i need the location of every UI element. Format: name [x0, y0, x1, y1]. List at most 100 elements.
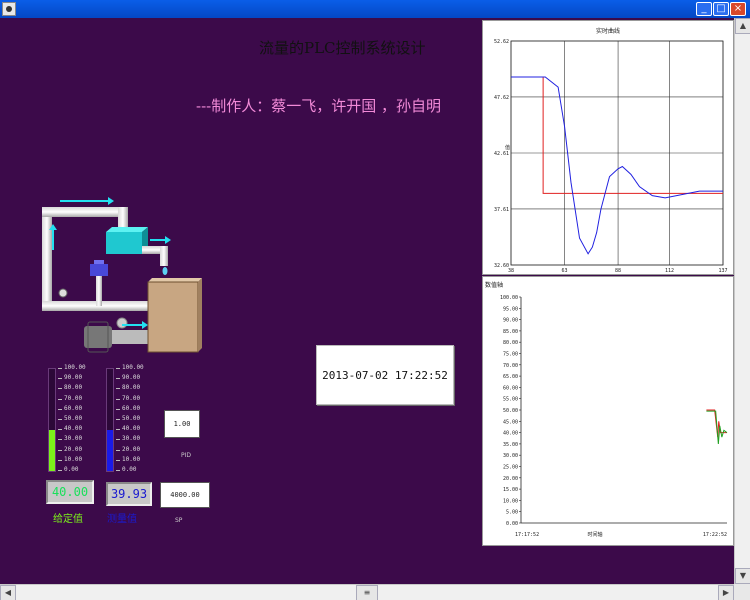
process-schematic [42, 197, 202, 353]
history-y-tick: 85.00 [503, 329, 518, 335]
gauge-tick-mark [116, 470, 120, 471]
pid-value-box[interactable]: 1.00 [164, 410, 200, 438]
gauge-tick-label: 60.00 [122, 404, 141, 412]
realtime-chart-ylabel: 值 [505, 144, 510, 151]
measured-display: 39.93 [106, 482, 152, 506]
vertical-scrollbar[interactable]: ▲ ▼ [734, 18, 750, 584]
history-y-tick: 0.00 [506, 521, 518, 527]
pipe-left [42, 212, 52, 310]
history-y-tick: 55.00 [503, 397, 518, 403]
gauge-tick-mark [116, 429, 120, 431]
gauge-tick-mark [116, 459, 120, 461]
gauge-tick-label: 20.00 [64, 445, 83, 453]
gauge-tick-mark [58, 398, 62, 400]
gauge-tick-label: 50.00 [64, 415, 83, 422]
water-drop [162, 267, 168, 275]
realtime-chart: 实时曲线值 52.62 47.62 42.61 37.61 32.6038 63 88 112 1… [494, 27, 728, 274]
gauge-tick-mark [116, 378, 120, 380]
measured-gauge-fill [107, 430, 113, 471]
authors-line: ---制作人：蔡一飞，许开国 ，孙自明 [196, 97, 441, 115]
gauge-tick-mark [58, 470, 62, 471]
gauge-tick-label: 100.00 [64, 364, 86, 371]
pid-value-label: PID [181, 452, 192, 459]
gauge-tick-mark [116, 368, 120, 369]
setpoint-gauge-fill [49, 430, 55, 471]
setpoint-gauge-ticks: 100.00 90.00 80.00 70.00 60.00 50.00 40.00 30.0… [58, 364, 96, 474]
history-x-start: 17:17:52 [515, 532, 539, 538]
realtime-chart-title: 实时曲线 [596, 27, 620, 35]
gauge-tick-label: 70.00 [122, 394, 141, 402]
small-tank-top [106, 227, 148, 232]
horizontal-scrollbar[interactable]: ◀ ≡ ▶ [0, 584, 734, 600]
gauge-tick-label: 100.00 [122, 364, 144, 371]
gauge-tick-label: 0.00 [122, 466, 137, 473]
gauge-tick-label: 70.00 [64, 394, 83, 402]
gauge-tick-mark [58, 449, 62, 451]
history-y-tick: 75.00 [503, 352, 518, 358]
maximize-button[interactable]: □ [713, 2, 729, 16]
gauge-tick-mark [58, 419, 62, 420]
gauge-tick-mark [58, 368, 62, 369]
history-y-tick: 40.00 [503, 431, 518, 437]
measured-gauge: 100.00 90.00 80.00 70.00 60.00 50.00 40.00 30.0… [104, 364, 154, 474]
gauge-tick-label: 10.00 [64, 455, 83, 463]
page-title: 流量的PLC控制系统设计 [259, 39, 426, 57]
pipe-top [42, 207, 128, 217]
history-y-tick: 35.00 [503, 442, 518, 448]
realtime-y-tick: 37.61 [494, 207, 509, 213]
close-button[interactable]: × [730, 2, 746, 16]
pipe-bottom [42, 301, 148, 311]
gauge-tick-mark [58, 408, 62, 410]
realtime-y-tick: 32.60 [494, 263, 509, 269]
realtime-x-tick: 137 [718, 268, 727, 274]
history-y-tick: 20.00 [503, 476, 518, 482]
history-y-tick: 70.00 [503, 363, 518, 369]
realtime-y-tick: 47.62 [494, 95, 509, 101]
history-x-end: 17:22:52 [703, 532, 727, 538]
history-chart-panel: 数值轴 100.00 95.00 90.00 85.00 80.00 75.00 70.00 6… [482, 276, 734, 546]
gauge-tick-label: 10.00 [122, 455, 141, 463]
history-chart-title: 数值轴 [485, 281, 503, 289]
gauge-tick-mark [116, 408, 120, 410]
history-y-tick: 25.00 [503, 465, 518, 471]
big-tank [147, 281, 199, 353]
gauge-tick-label: 20.00 [122, 445, 141, 453]
gauge-tick-label: 50.00 [122, 415, 141, 422]
valve-body [90, 264, 108, 276]
history-y-tick: 50.00 [503, 408, 518, 414]
flow-arrow-down [150, 236, 171, 244]
datetime-display: 2013-07-02 17:22:52 [316, 345, 454, 405]
history-y-tick: 95.00 [503, 306, 518, 312]
setpoint-gauge: 100.00 90.00 80.00 70.00 60.00 50.00 40.00 30.0… [46, 364, 96, 474]
history-chart: 数值轴 100.00 95.00 90.00 85.00 80.00 75.00 70.00 6… [485, 281, 728, 538]
history-y-tick: 65.00 [503, 374, 518, 380]
gauge-tick-mark [116, 388, 120, 390]
realtime-y-tick: 52.62 [494, 39, 509, 45]
sp-value-box[interactable]: 4000.00 [160, 482, 210, 508]
gauge-tick-label: 30.00 [64, 435, 83, 443]
gauge-tick-mark [58, 439, 62, 441]
history-xlabel: 时间轴 [587, 531, 602, 538]
gauge-tick-mark [116, 419, 120, 420]
history-measured-line [706, 410, 728, 444]
scroll-up-button[interactable]: ▲ [735, 18, 750, 34]
scroll-right-button[interactable]: ▶ [718, 585, 734, 600]
scroll-down-button[interactable]: ▼ [735, 568, 750, 584]
gauge-tick-label: 80.00 [64, 384, 83, 392]
scroll-thumb[interactable]: ≡ [356, 585, 378, 600]
realtime-x-tick: 112 [665, 268, 674, 274]
small-tank [106, 232, 142, 254]
history-y-tick: 45.00 [503, 419, 518, 425]
history-y-tick: 15.00 [503, 487, 518, 493]
gauge-tick-mark [116, 449, 120, 451]
gauge-tick-label: 90.00 [122, 374, 141, 382]
app-menu-icon[interactable] [2, 2, 16, 16]
gauge-tick-mark [116, 398, 120, 400]
scroll-left-button[interactable]: ◀ [0, 585, 16, 600]
flow-arrow-top [60, 197, 114, 205]
title-bar: _ □ × [0, 0, 750, 18]
pump [112, 330, 150, 344]
realtime-y-tick: 42.61 [494, 151, 509, 157]
gauge-tick-mark [116, 439, 120, 441]
minimize-button[interactable]: _ [696, 2, 712, 16]
